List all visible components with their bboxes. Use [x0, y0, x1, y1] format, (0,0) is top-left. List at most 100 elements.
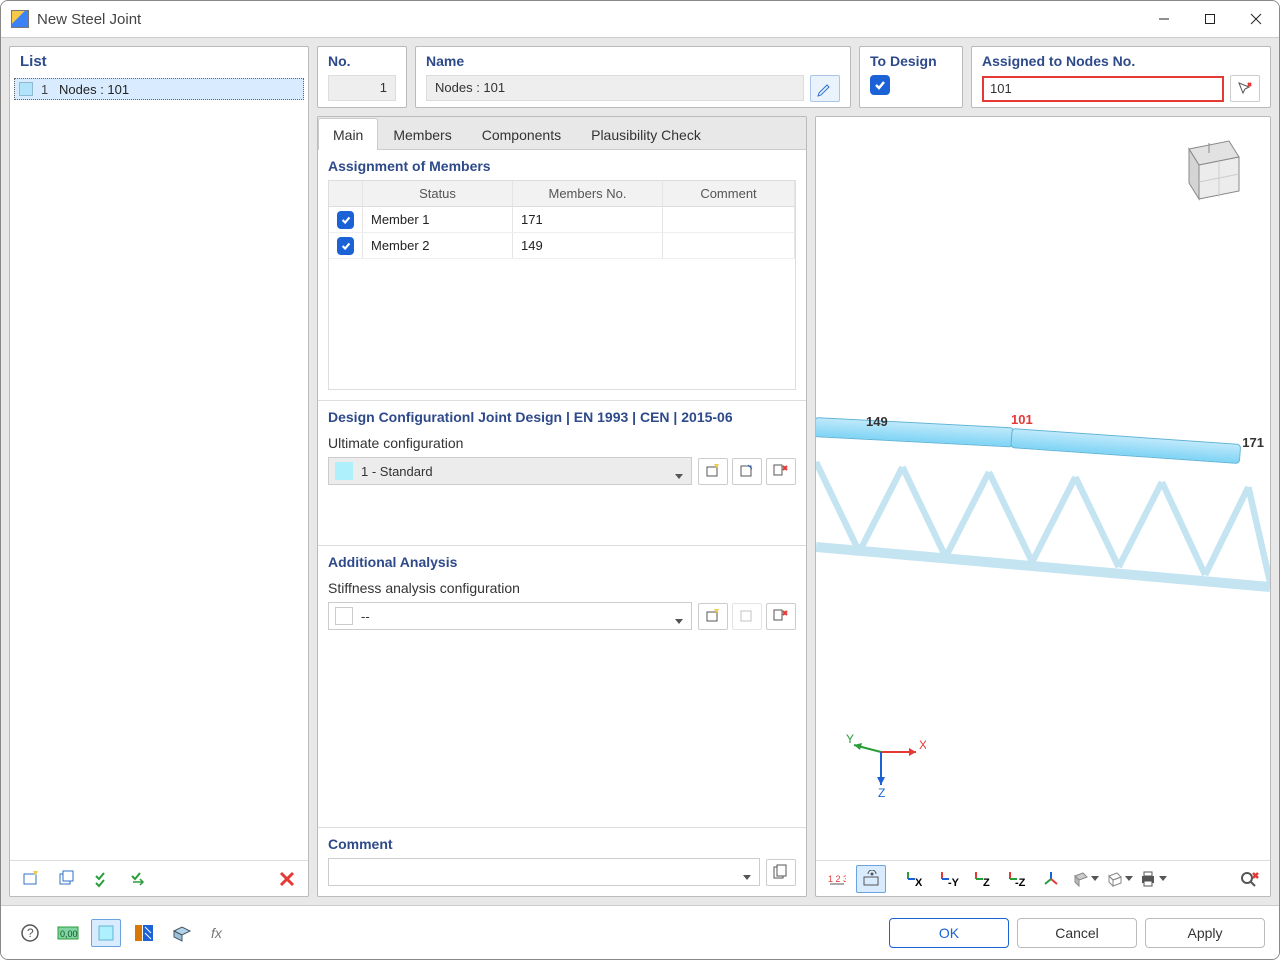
tab-components[interactable]: Components — [467, 118, 576, 150]
row-status: Member 2 — [363, 233, 513, 258]
view-x-button[interactable]: X — [900, 865, 930, 893]
tab-members[interactable]: Members — [378, 118, 466, 150]
dialog-window: New Steel Joint List 1 Nodes : 101 — [0, 0, 1280, 960]
assigned-nodes-input[interactable]: 101 — [982, 76, 1224, 102]
grid-header: Status Members No. Comment — [329, 181, 795, 207]
edit-config-button[interactable] — [732, 458, 762, 485]
name-label: Name — [426, 53, 840, 69]
row-members-no: 171 — [513, 207, 663, 232]
new-config-button[interactable] — [698, 458, 728, 485]
comment-section: Comment — [318, 827, 806, 896]
dialog-body: List 1 Nodes : 101 — [1, 38, 1279, 905]
svg-text:0,00: 0,00 — [60, 929, 78, 939]
to-design-label: To Design — [870, 53, 952, 69]
svg-text:-Z: -Z — [1015, 877, 1026, 888]
row-members-no: 149 — [513, 233, 663, 258]
svg-text:?: ? — [27, 926, 34, 940]
app-icon — [11, 10, 29, 28]
no-label: No. — [328, 53, 396, 69]
maximize-button[interactable] — [1187, 1, 1233, 38]
stiffness-dropdown[interactable]: -- — [328, 602, 692, 630]
list-area: 1 Nodes : 101 — [10, 76, 308, 860]
list-item-label: Nodes : 101 — [59, 82, 129, 97]
grid-empty-area — [329, 259, 795, 389]
ultimate-config-dropdown[interactable]: 1 - Standard — [328, 457, 692, 485]
title-bar: New Steel Joint — [1, 1, 1279, 38]
delete-item-button[interactable] — [272, 865, 302, 893]
content-row: Main Members Components Plausibility Che… — [317, 116, 1271, 897]
table-row[interactable]: Member 2 149 — [329, 233, 795, 259]
svg-text:-Y: -Y — [948, 877, 959, 888]
row-checkbox[interactable] — [329, 207, 363, 232]
show-dimensions-button[interactable] — [856, 865, 886, 893]
units-button[interactable]: 0,00 — [53, 919, 83, 947]
window-title: New Steel Joint — [37, 11, 1141, 28]
check-all-button[interactable] — [88, 865, 118, 893]
member-left-label: 149 — [866, 414, 888, 429]
stiffness-label: Stiffness analysis configuration — [328, 580, 796, 596]
close-button[interactable] — [1233, 1, 1279, 38]
toggle-check-button[interactable] — [124, 865, 154, 893]
table-row[interactable]: Member 1 171 — [329, 207, 795, 233]
reset-zoom-button[interactable] — [1234, 865, 1264, 893]
svg-text:Z: Z — [983, 877, 990, 888]
list-item[interactable]: 1 Nodes : 101 — [14, 78, 304, 100]
col-check — [329, 181, 363, 206]
list-item-swatch — [19, 82, 33, 96]
edit-name-button[interactable] — [810, 75, 840, 102]
comment-library-button[interactable] — [766, 859, 796, 886]
row-comment — [663, 207, 795, 232]
pick-config-button[interactable] — [766, 458, 796, 485]
render-solid-button[interactable] — [1070, 865, 1100, 893]
view-neg-z-button[interactable]: -Z — [1002, 865, 1032, 893]
assigned-nodes-label: Assigned to Nodes No. — [982, 53, 1260, 69]
color-button[interactable] — [91, 919, 121, 947]
tab-main[interactable]: Main — [318, 118, 378, 150]
member-right-label: 171 — [1242, 435, 1264, 450]
design-config-title: Design Configurationl Joint Design | EN … — [328, 409, 796, 425]
col-members-no: Members No. — [513, 181, 663, 206]
pick-node-button[interactable] — [1230, 75, 1260, 102]
render-wireframe-button[interactable] — [1104, 865, 1134, 893]
new-stiffness-button[interactable] — [698, 603, 728, 630]
node-main-label: 101 — [1011, 412, 1033, 427]
pick-stiffness-button[interactable] — [766, 603, 796, 630]
additional-analysis-section: Additional Analysis Stiffness analysis c… — [318, 545, 806, 827]
isometric-button[interactable] — [1036, 865, 1066, 893]
nav-cube[interactable] — [1174, 129, 1252, 207]
edit-stiffness-button — [732, 603, 762, 630]
ultimate-config-label: Ultimate configuration — [328, 435, 796, 451]
cancel-button[interactable]: Cancel — [1017, 918, 1137, 948]
no-input[interactable]: 1 — [328, 75, 396, 101]
design-config-section: Design Configurationl Joint Design | EN … — [318, 400, 806, 545]
print-view-button[interactable] — [1138, 865, 1168, 893]
apply-button[interactable]: Apply — [1145, 918, 1265, 948]
view-canvas[interactable]: 149 101 171 X Y Z — [816, 117, 1270, 860]
name-field-box: Name Nodes : 101 — [415, 46, 851, 108]
to-design-checkbox[interactable] — [870, 75, 890, 95]
bottom-bar: ? 0,00 fx OK Cancel Apply — [1, 905, 1279, 959]
row-comment — [663, 233, 795, 258]
truss-model: 149 101 171 — [816, 417, 1270, 617]
row-status: Member 1 — [363, 207, 513, 232]
tab-plausibility[interactable]: Plausibility Check — [576, 118, 716, 150]
list-panel: List 1 Nodes : 101 — [9, 46, 309, 897]
right-side: No. 1 Name Nodes : 101 To Design Assigne… — [317, 46, 1271, 897]
numbering-button[interactable]: 1 2 3 — [822, 865, 852, 893]
3d-view-button[interactable] — [167, 919, 197, 947]
minimize-button[interactable] — [1141, 1, 1187, 38]
comment-dropdown[interactable] — [328, 858, 760, 886]
view-z-button[interactable]: Z — [968, 865, 998, 893]
new-item-button[interactable] — [16, 865, 46, 893]
assigned-nodes-field-box: Assigned to Nodes No. 101 — [971, 46, 1271, 108]
name-input[interactable]: Nodes : 101 — [426, 75, 804, 101]
ok-button[interactable]: OK — [889, 918, 1009, 948]
view-y-button[interactable]: -Y — [934, 865, 964, 893]
stiffness-swatch — [335, 607, 353, 625]
help-button[interactable]: ? — [15, 919, 45, 947]
copy-item-button[interactable] — [52, 865, 82, 893]
member-view-button[interactable] — [129, 919, 159, 947]
assignment-section: Assignment of Members Status Members No.… — [318, 150, 806, 400]
row-checkbox[interactable] — [329, 233, 363, 258]
formula-button[interactable]: fx — [205, 919, 235, 947]
